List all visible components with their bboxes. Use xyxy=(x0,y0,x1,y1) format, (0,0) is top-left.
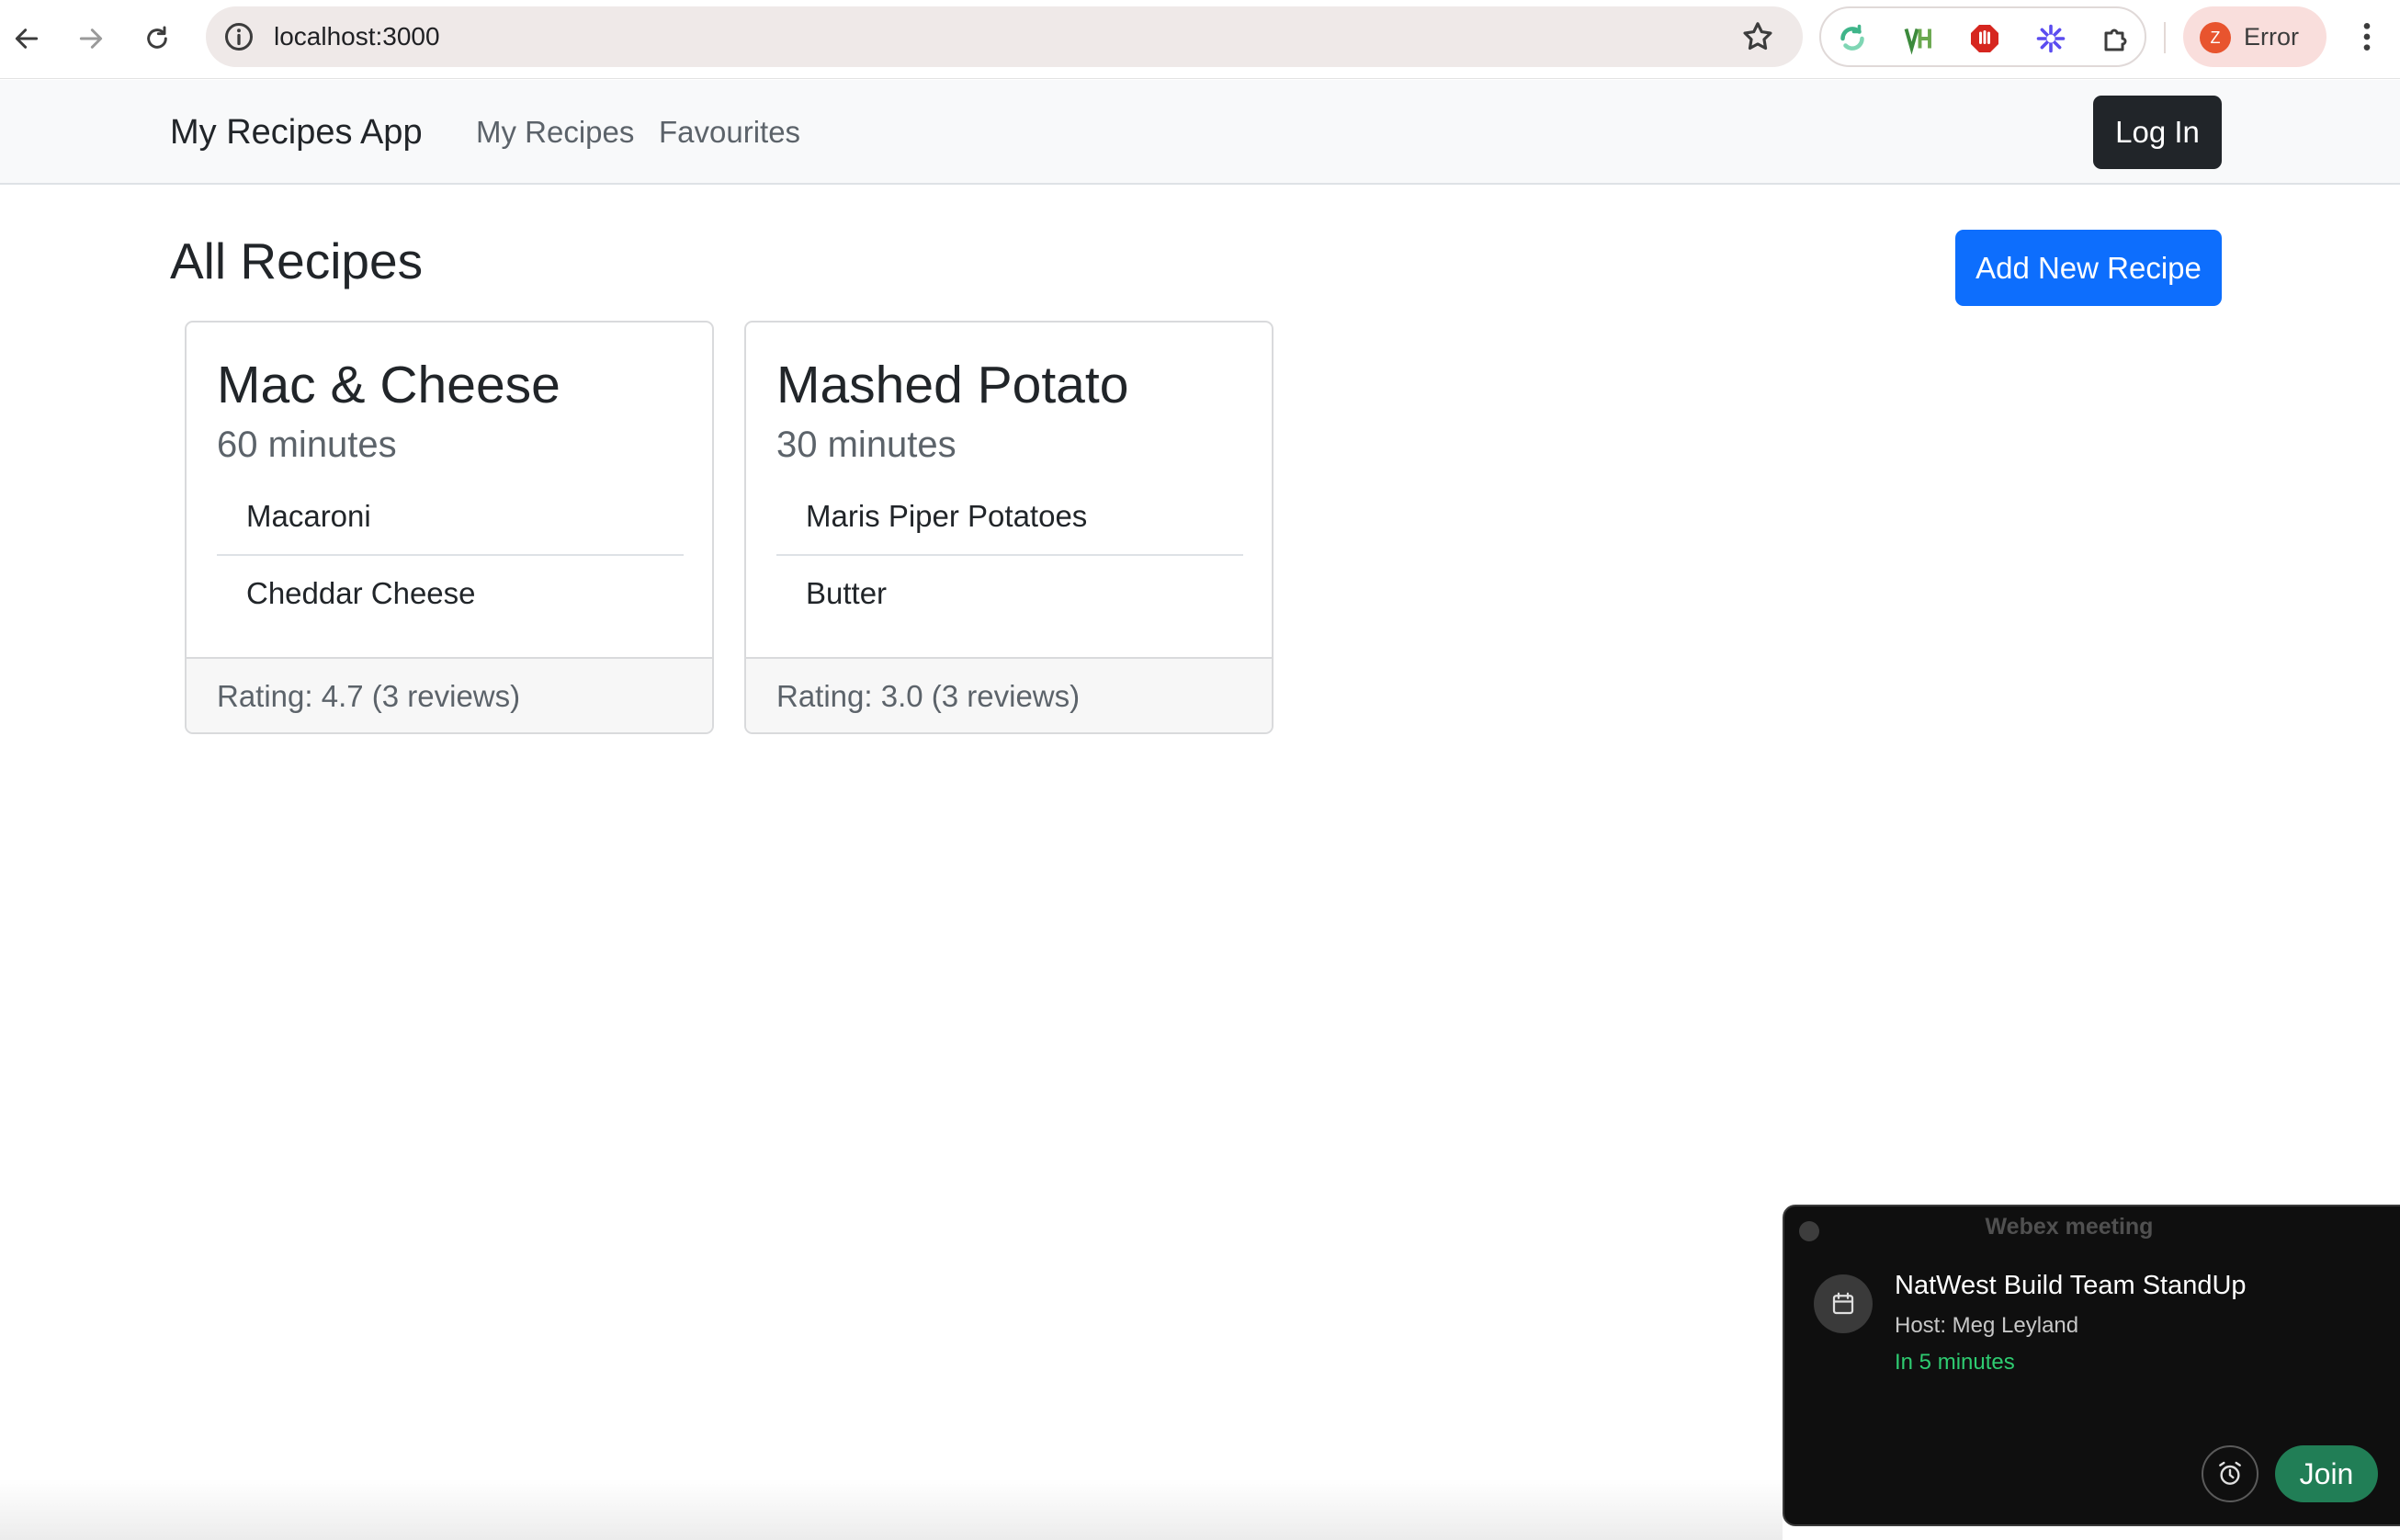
bookmark-star-icon[interactable] xyxy=(1740,19,1775,54)
sparkle-icon[interactable] xyxy=(2032,20,2069,57)
puzzle-icon[interactable] xyxy=(2099,20,2135,57)
recipe-card[interactable]: Mashed Potato 30 minutes Maris Piper Pot… xyxy=(744,321,1274,734)
ingredient-list: Maris Piper Potatoes Butter xyxy=(776,479,1243,629)
ingredient-item: Maris Piper Potatoes xyxy=(806,499,1088,533)
add-recipe-button[interactable]: Add New Recipe xyxy=(1955,230,2222,306)
login-button[interactable]: Log In xyxy=(2093,96,2222,169)
extensions-bar xyxy=(1819,6,2146,67)
toolbar-divider xyxy=(2164,22,2166,53)
back-arrow-icon xyxy=(15,28,39,49)
url-text[interactable]: localhost:3000 xyxy=(274,6,440,67)
snooze-button[interactable] xyxy=(2202,1445,2258,1502)
recipe-title: Mashed Potato xyxy=(776,356,1129,414)
recipe-rating: Rating: 4.7 (3 reviews) xyxy=(187,657,712,732)
ingredient-list: Macaroni Cheddar Cheese xyxy=(217,479,684,629)
recipe-time: 30 minutes xyxy=(776,425,957,465)
forward-button[interactable] xyxy=(68,16,114,62)
window-bottom-shadow xyxy=(0,1479,1783,1540)
recipe-time: 60 minutes xyxy=(217,425,397,465)
more-options-icon[interactable] xyxy=(2349,18,2385,55)
alarm-clock-icon xyxy=(2219,1461,2241,1485)
meeting-start-time: In 5 minutes xyxy=(1895,1350,2015,1375)
webex-meeting-popup: Webex meeting NatWest Build Team StandUp… xyxy=(1783,1205,2400,1526)
nav-link-my-recipes[interactable]: My Recipes xyxy=(476,80,634,185)
join-meeting-button[interactable]: Join xyxy=(2275,1445,2378,1502)
recipe-title: Mac & Cheese xyxy=(217,356,560,414)
forward-arrow-icon xyxy=(79,28,103,49)
brand-link[interactable]: My Recipes App xyxy=(170,80,423,185)
browser-toolbar: localhost:3000 Z Error xyxy=(0,0,2400,79)
webex-header: Webex meeting xyxy=(1985,1214,2154,1240)
meeting-host: Host: Meg Leyland xyxy=(1895,1313,2079,1338)
reload-button[interactable] xyxy=(134,16,180,62)
stop-hand-icon[interactable] xyxy=(1966,20,2003,57)
ingredient-item: Butter xyxy=(776,554,1243,629)
reload-icon xyxy=(147,26,167,49)
recipe-card[interactable]: Mac & Cheese 60 minutes Macaroni Cheddar… xyxy=(185,321,714,734)
profile-button[interactable]: Z Error xyxy=(2183,6,2326,67)
app-navbar: My Recipes App My Recipes Favourites Log… xyxy=(0,80,2400,185)
recipe-rating: Rating: 3.0 (3 reviews) xyxy=(746,657,1272,732)
back-button[interactable] xyxy=(4,16,50,62)
vh-extension-icon[interactable] xyxy=(1900,20,1937,57)
site-info-icon[interactable] xyxy=(222,20,255,53)
calendar-icon xyxy=(1814,1274,1873,1333)
avatar: Z xyxy=(2200,22,2231,53)
nav-link-favourites[interactable]: Favourites xyxy=(659,80,800,185)
ingredient-item: Cheddar Cheese xyxy=(217,554,684,629)
page-title: All Recipes xyxy=(170,232,424,289)
ingredient-item: Macaroni xyxy=(246,499,371,533)
profile-status-label: Error xyxy=(2244,23,2299,51)
meeting-title: NatWest Build Team StandUp xyxy=(1895,1271,2247,1300)
sync-icon[interactable] xyxy=(1834,20,1871,57)
address-bar[interactable]: localhost:3000 xyxy=(206,6,1803,67)
